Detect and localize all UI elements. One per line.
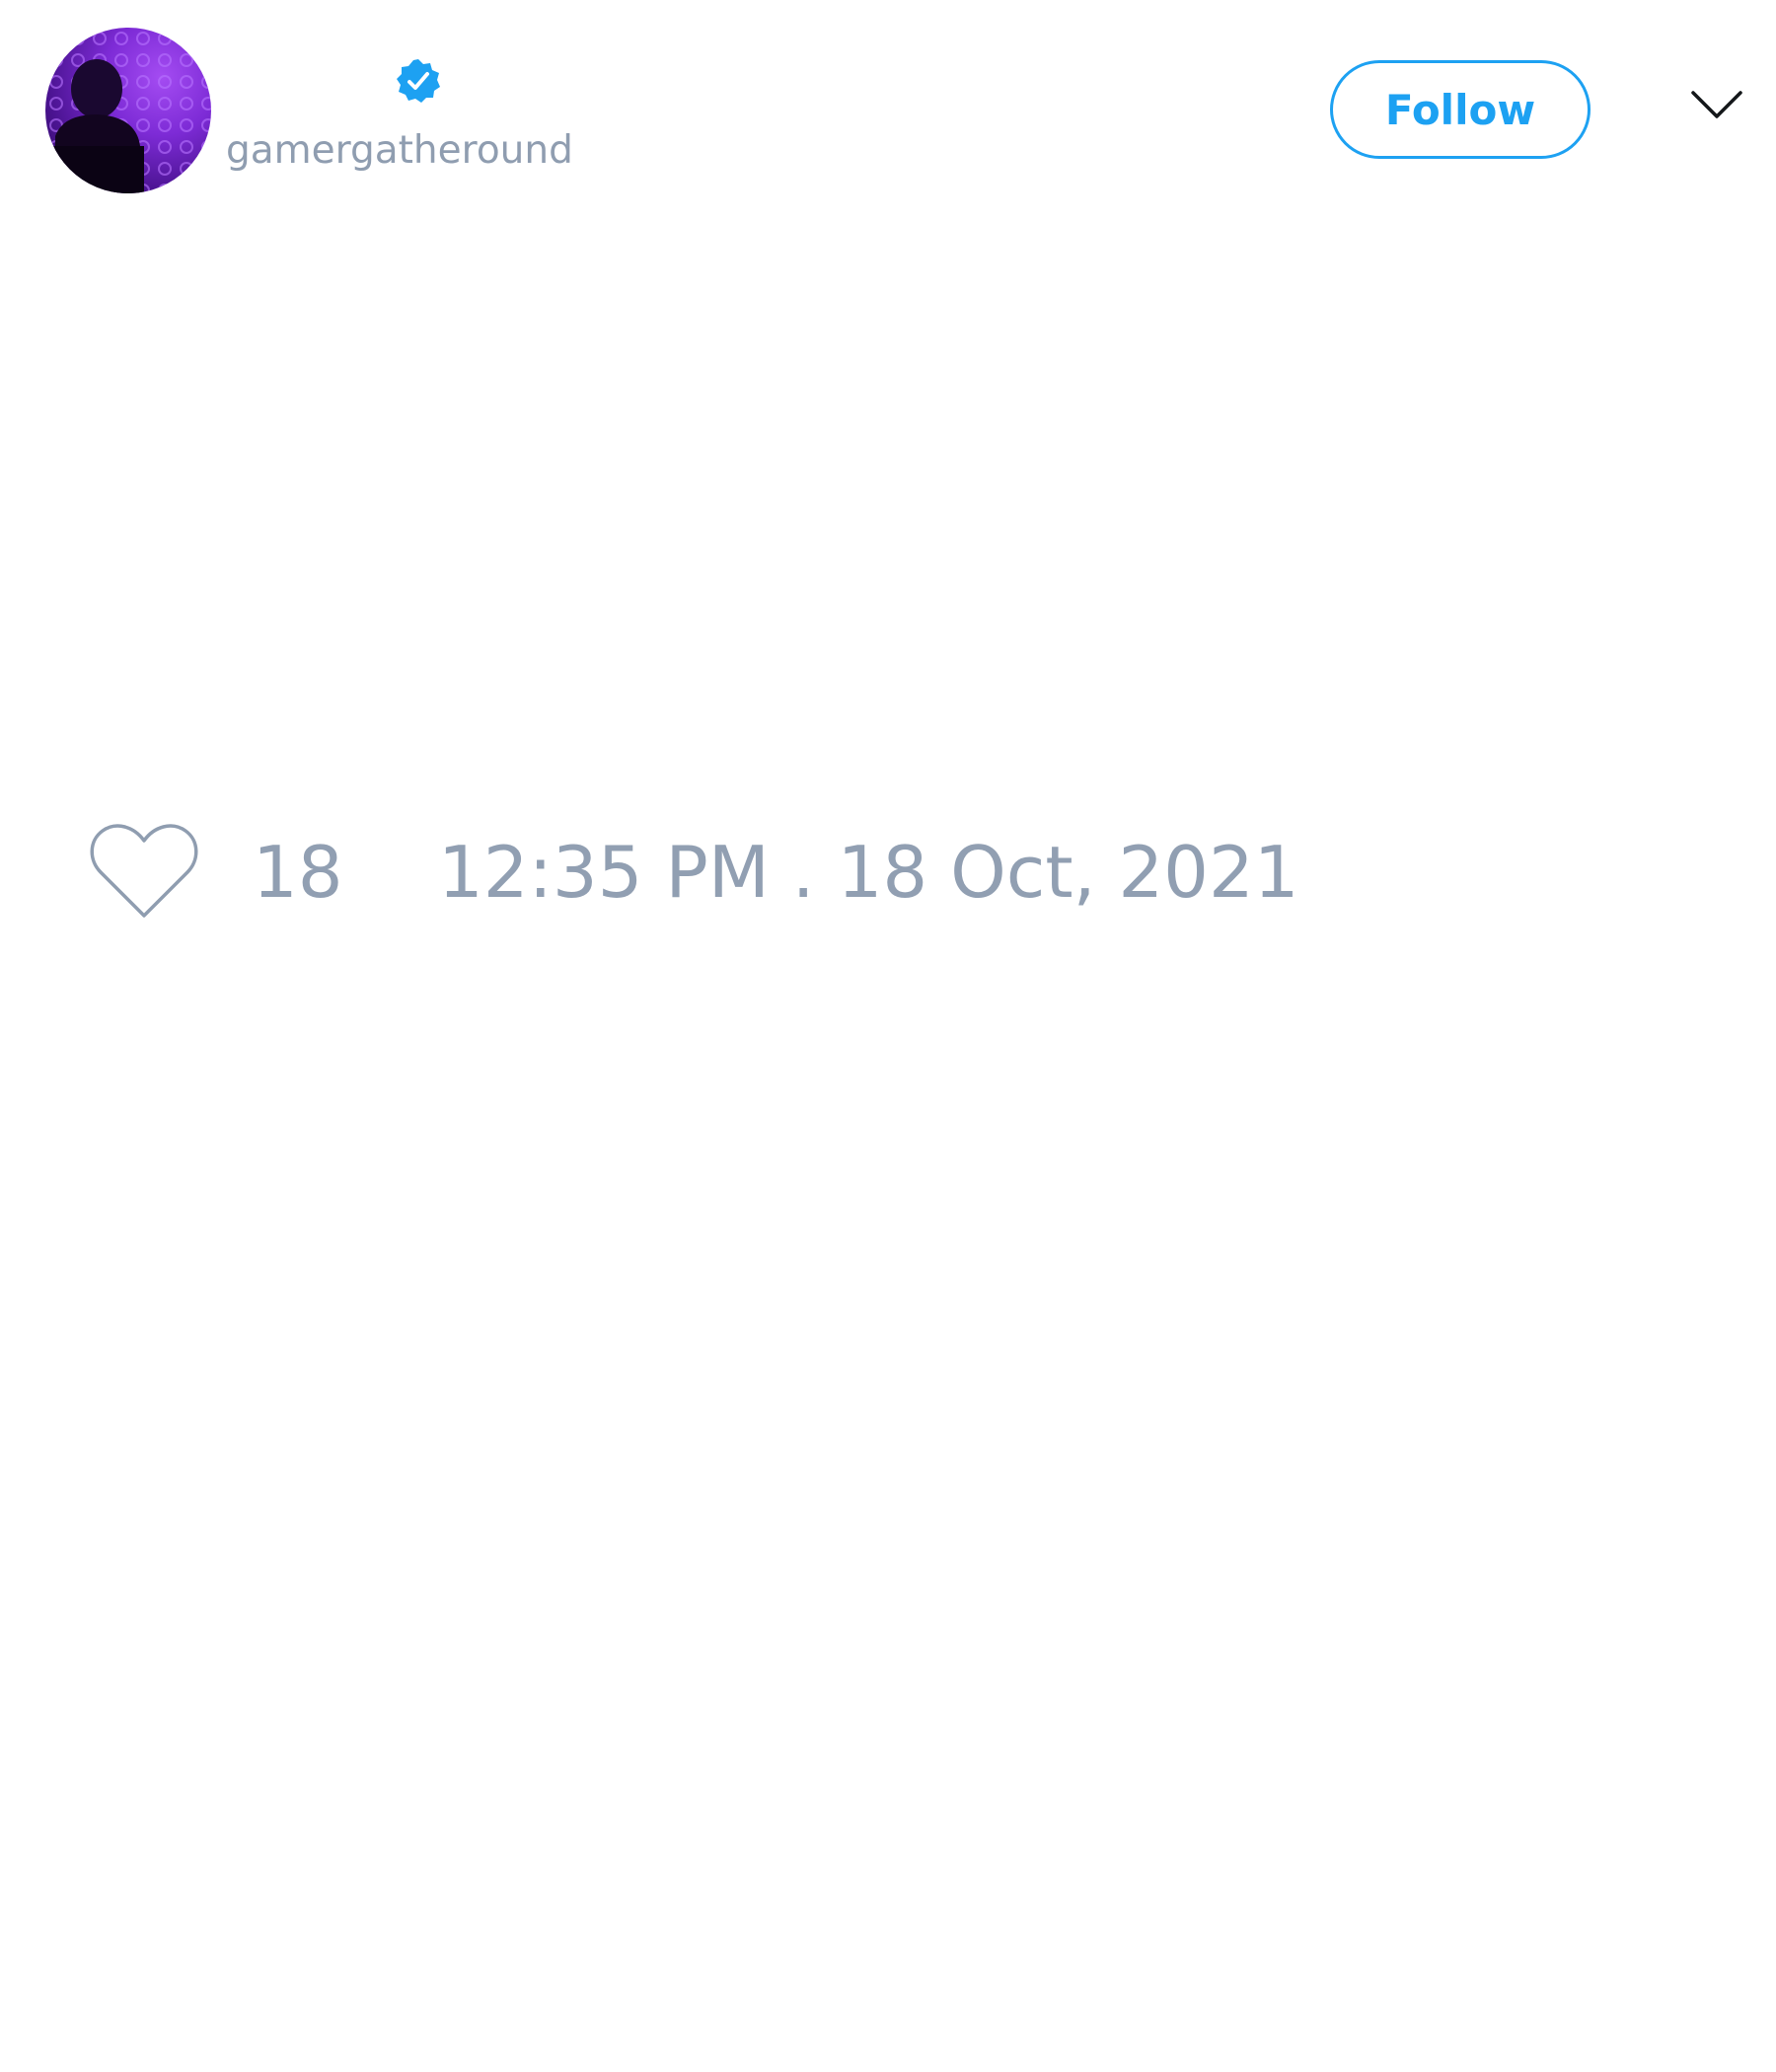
avatar[interactable] [45,28,211,193]
chevron-down-icon[interactable] [1689,87,1744,128]
avatar-image [45,28,211,193]
like-count: 18 [253,831,343,914]
handle[interactable]: gamergatheround [226,126,573,176]
follow-button[interactable]: Follow [1330,60,1591,159]
verified-badge-icon [397,59,440,103]
timestamp[interactable]: 12:35 PM . 18 Oct, 2021 [438,831,1299,914]
heart-icon[interactable] [89,823,199,922]
